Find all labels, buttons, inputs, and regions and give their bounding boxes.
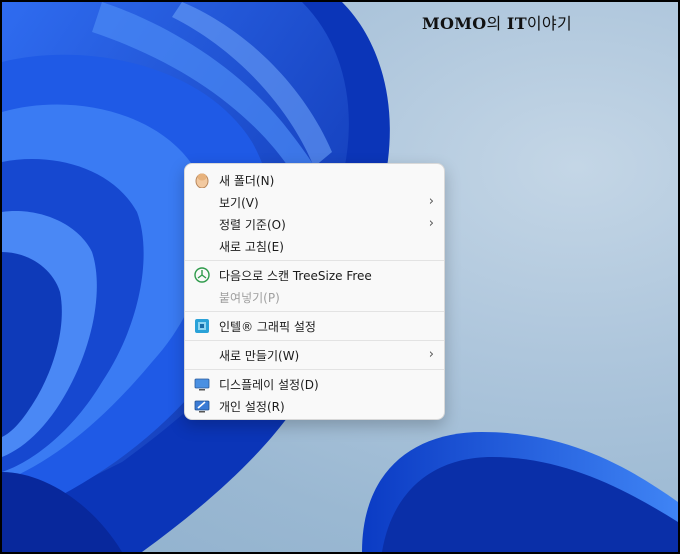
menu-item-new-folder[interactable]: 새 폴더(N) — [185, 169, 444, 191]
menu-label: 디스플레이 설정(D) — [219, 377, 319, 392]
menu-item-sort-by[interactable]: 정렬 기준(O) › — [185, 213, 444, 235]
menu-item-refresh[interactable]: 새로 고침(E) — [185, 235, 444, 257]
treesize-icon — [193, 266, 211, 284]
menu-separator — [185, 260, 444, 261]
blank-icon — [193, 288, 211, 306]
menu-item-view[interactable]: 보기(V) › — [185, 191, 444, 213]
chevron-right-icon: › — [428, 216, 434, 231]
monitor-icon — [193, 375, 211, 393]
watermark-possessive: 의 — [486, 14, 507, 33]
chevron-right-icon: › — [428, 347, 434, 362]
menu-label: 정렬 기준(O) — [219, 217, 286, 232]
menu-separator — [185, 311, 444, 312]
blank-icon — [193, 193, 211, 211]
blank-icon — [193, 346, 211, 364]
context-menu: 새 폴더(N) 보기(V) › 정렬 기준(O) › 새로 고침(E) 다음으로… — [184, 163, 445, 420]
folder-person-icon — [193, 171, 211, 189]
watermark: MOMO의 IT이야기 — [422, 10, 572, 34]
menu-item-intel-graphics[interactable]: 인텔® 그래픽 설정 — [185, 315, 444, 337]
personalize-icon — [193, 397, 211, 415]
menu-separator — [185, 369, 444, 370]
menu-item-scan-treesize[interactable]: 다음으로 스캔 TreeSize Free — [185, 264, 444, 286]
menu-label: 다음으로 스캔 TreeSize Free — [219, 268, 372, 283]
blank-icon — [193, 237, 211, 255]
menu-label: 개인 설정(R) — [219, 399, 285, 414]
watermark-it: IT — [506, 14, 527, 33]
menu-label: 새로 고침(E) — [219, 239, 284, 254]
menu-label: 새 폴더(N) — [219, 173, 275, 188]
watermark-story: 이야기 — [526, 14, 572, 33]
blank-icon — [193, 215, 211, 233]
menu-label: 인텔® 그래픽 설정 — [219, 319, 316, 334]
intel-graphics-icon — [193, 317, 211, 335]
menu-label: 보기(V) — [219, 195, 259, 210]
chevron-right-icon: › — [428, 194, 434, 209]
menu-item-display-settings[interactable]: 디스플레이 설정(D) — [185, 373, 444, 395]
menu-label: 붙여넣기(P) — [219, 290, 280, 305]
menu-item-paste[interactable]: 붙여넣기(P) — [185, 286, 444, 308]
watermark-momo: MOMO — [422, 14, 487, 33]
menu-item-new[interactable]: 새로 만들기(W) › — [185, 344, 444, 366]
menu-separator — [185, 340, 444, 341]
menu-item-personalize[interactable]: 개인 설정(R) — [185, 395, 444, 417]
menu-label: 새로 만들기(W) — [219, 348, 300, 363]
